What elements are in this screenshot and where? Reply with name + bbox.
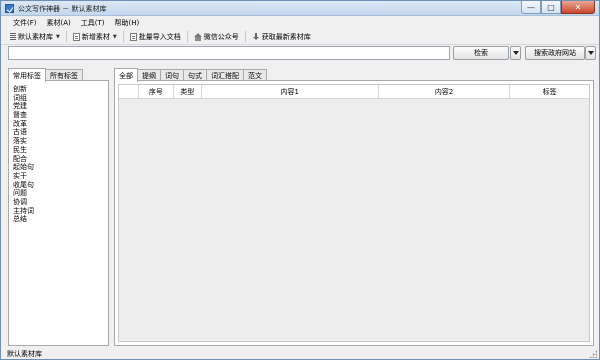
table-header: 序号 类型 内容1 内容2 标签 bbox=[119, 85, 589, 99]
tag-item[interactable]: 古语 bbox=[13, 128, 108, 137]
tag-item[interactable]: 党建 bbox=[13, 102, 108, 111]
tag-item[interactable]: 协调 bbox=[13, 198, 108, 207]
tag-panel: 创新 词组 党建 督查 改革 古语 落实 民生 配合 起始句 实干 收尾句 问题… bbox=[8, 80, 109, 346]
toolbar-separator bbox=[186, 31, 188, 42]
library-icon bbox=[10, 32, 16, 41]
menu-file[interactable]: 文件(F) bbox=[9, 18, 43, 28]
column-header-content2[interactable]: 内容2 bbox=[379, 85, 511, 98]
tag-item[interactable]: 收尾句 bbox=[13, 181, 108, 190]
chevron-down-icon bbox=[587, 51, 594, 55]
tag-item[interactable]: 创新 bbox=[13, 85, 108, 94]
tag-item[interactable]: 词组 bbox=[13, 94, 108, 103]
chevron-down-icon: ▼ bbox=[56, 33, 60, 40]
resize-grip-icon[interactable] bbox=[589, 350, 597, 358]
menu-material[interactable]: 素材(A) bbox=[43, 18, 77, 28]
home-icon bbox=[193, 32, 202, 41]
menu-tools[interactable]: 工具(T) bbox=[77, 18, 111, 28]
column-header-type[interactable]: 类型 bbox=[174, 85, 202, 98]
column-header-tags[interactable]: 标签 bbox=[510, 85, 589, 98]
tag-item[interactable]: 主持词 bbox=[13, 207, 108, 216]
tag-item[interactable]: 改革 bbox=[13, 120, 108, 129]
column-header-row-indicator bbox=[119, 85, 139, 98]
column-header-content1[interactable]: 内容1 bbox=[202, 85, 379, 98]
minimize-button[interactable]: — bbox=[521, 1, 541, 14]
title-bar[interactable]: 公文写作神器 － 默认素材库 — □ ✕ bbox=[1, 1, 599, 16]
material-panel: 序号 类型 内容1 内容2 标签 bbox=[114, 80, 594, 346]
search-button[interactable]: 检索 bbox=[453, 46, 509, 60]
tag-item[interactable]: 起始句 bbox=[13, 163, 108, 172]
app-window: 公文写作神器 － 默认素材库 — □ ✕ 文件(F) 素材(A) 工具(T) 帮… bbox=[0, 0, 600, 360]
tag-item[interactable]: 问题 bbox=[13, 189, 108, 198]
tag-item[interactable]: 总结 bbox=[13, 215, 108, 224]
chevron-down-icon: ▼ bbox=[112, 33, 117, 40]
material-table[interactable]: 序号 类型 内容1 内容2 标签 bbox=[118, 84, 590, 342]
toolbar-separator bbox=[122, 31, 124, 42]
wechat-label: 微信公众号 bbox=[203, 32, 239, 41]
column-header-index[interactable]: 序号 bbox=[139, 85, 174, 98]
document-icon bbox=[72, 32, 80, 41]
window-controls: — □ ✕ bbox=[521, 1, 595, 14]
library-select-button[interactable]: 默认素材库 ▼ bbox=[7, 30, 63, 44]
chevron-down-icon bbox=[512, 51, 519, 55]
tag-list: 创新 词组 党建 督查 改革 古语 落实 民生 配合 起始句 实干 收尾句 问题… bbox=[13, 85, 108, 224]
maximize-button[interactable]: □ bbox=[541, 1, 561, 14]
fetch-latest-button[interactable]: 获取最新素材库 bbox=[249, 30, 314, 44]
status-text: 默认素材库 bbox=[7, 349, 42, 358]
import-document-icon bbox=[129, 32, 137, 41]
menu-bar: 文件(F) 素材(A) 工具(T) 帮助(H) bbox=[1, 16, 599, 29]
new-material-label: 新增素材 bbox=[81, 32, 110, 41]
tag-item[interactable]: 实干 bbox=[13, 172, 108, 181]
tag-item[interactable]: 民生 bbox=[13, 146, 108, 155]
tag-item[interactable]: 配合 bbox=[13, 155, 108, 164]
library-label: 默认素材库 bbox=[18, 32, 53, 41]
search-input[interactable] bbox=[8, 46, 450, 60]
toolbar: 默认素材库 ▼ 新增素材 ▼ 批量导入文档 微信公众号 获取最新素材库 bbox=[1, 29, 599, 45]
toolbar-separator bbox=[244, 31, 246, 42]
wechat-button[interactable]: 微信公众号 bbox=[191, 30, 242, 44]
batch-import-label: 批量导入文档 bbox=[138, 32, 181, 41]
status-bar: 默认素材库 bbox=[1, 347, 599, 360]
gov-site-search-button[interactable]: 搜索政府网站 bbox=[525, 46, 585, 60]
tag-item[interactable]: 落实 bbox=[13, 137, 108, 146]
batch-import-button[interactable]: 批量导入文档 bbox=[127, 30, 184, 44]
gov-site-dropdown-button[interactable] bbox=[585, 46, 596, 60]
search-dropdown-button[interactable] bbox=[510, 46, 521, 60]
toolbar-separator bbox=[65, 31, 67, 42]
close-button[interactable]: ✕ bbox=[561, 1, 595, 14]
app-icon bbox=[5, 4, 14, 13]
new-material-button[interactable]: 新增素材 ▼ bbox=[70, 30, 120, 44]
tag-item[interactable]: 督查 bbox=[13, 111, 108, 120]
download-icon bbox=[252, 32, 260, 41]
window-title: 公文写作神器 － 默认素材库 bbox=[18, 5, 107, 13]
fetch-latest-label: 获取最新素材库 bbox=[261, 32, 311, 41]
menu-help[interactable]: 帮助(H) bbox=[111, 18, 146, 28]
tab-all[interactable]: 全部 bbox=[114, 68, 138, 82]
tab-common-tags[interactable]: 常用标签 bbox=[8, 68, 46, 82]
